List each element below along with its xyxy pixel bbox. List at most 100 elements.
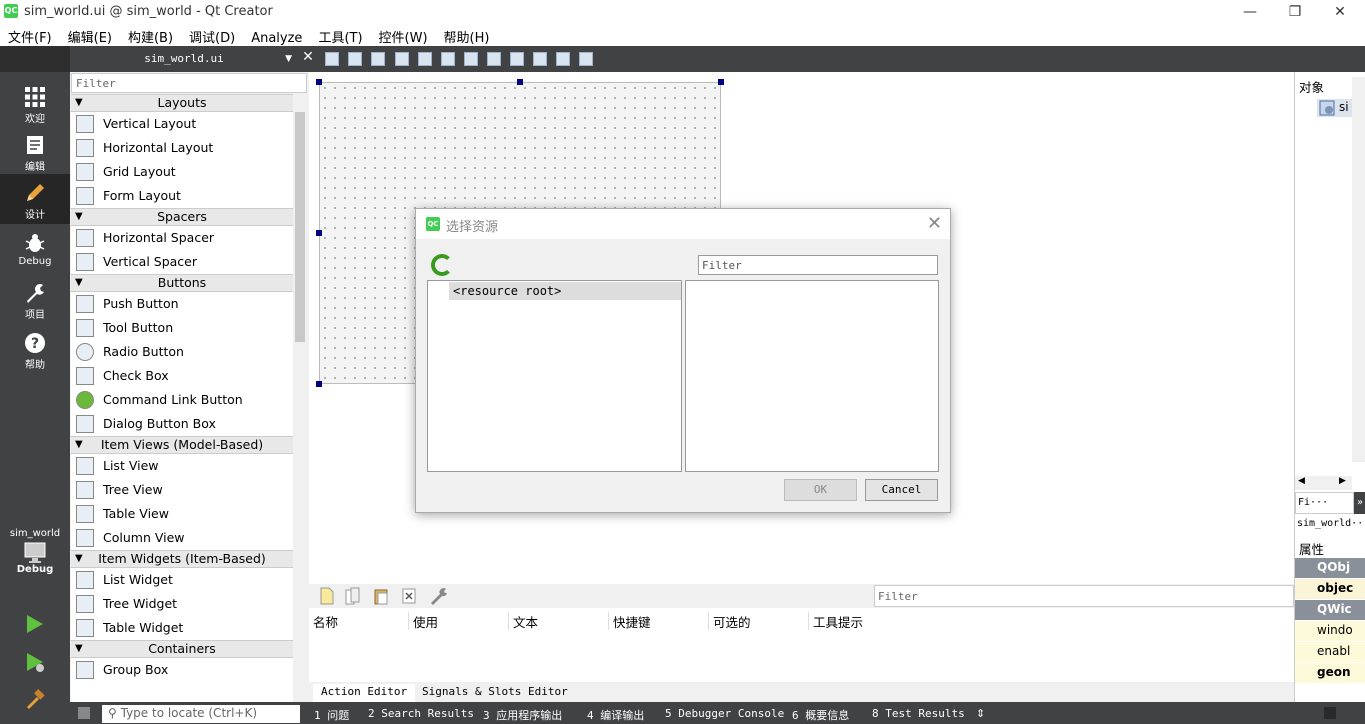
menu-build[interactable]: 构建(B) — [120, 24, 181, 46]
resize-handle[interactable] — [316, 381, 322, 387]
property-filter-input[interactable]: Fi··· — [1295, 492, 1354, 514]
progress-toggle-icon[interactable] — [1324, 707, 1336, 719]
resize-handle[interactable] — [316, 230, 322, 236]
vertical-scrollbar[interactable] — [1352, 77, 1365, 462]
column-header-used[interactable]: 使用 — [409, 612, 509, 630]
reload-icon[interactable] — [431, 254, 453, 276]
menu-tools[interactable]: 工具(T) — [310, 24, 370, 46]
widget-radio-button[interactable]: Radio Button — [71, 340, 293, 364]
widget-push-button[interactable]: Push Button — [71, 292, 293, 316]
menu-debug[interactable]: 调试(D) — [181, 24, 243, 46]
break-layout-icon[interactable] — [556, 52, 570, 66]
maximize-button[interactable]: ❐ — [1275, 2, 1315, 22]
action-table[interactable]: 名称 使用 文本 快捷键 可选的 工具提示 — [309, 608, 1294, 682]
tab-signals-slots-editor[interactable]: Signals & Slots Editor — [414, 684, 576, 702]
widget-grid-layout[interactable]: Grid Layout — [71, 160, 293, 184]
property-group-qobject[interactable]: QObj — [1295, 558, 1365, 578]
widget-command-link-button[interactable]: Command Link Button — [71, 388, 293, 412]
run-icon[interactable] — [24, 613, 46, 635]
cancel-button[interactable]: Cancel — [865, 479, 938, 501]
layout-splitter-v-icon[interactable] — [487, 52, 501, 66]
category-item-widgets[interactable]: ▼ Item Widgets (Item-Based) — [71, 550, 293, 568]
pane-switch-icon[interactable]: ⇕ — [976, 707, 985, 720]
close-document-icon[interactable]: ✕ — [300, 49, 316, 65]
action-filter-input[interactable]: Filter — [874, 585, 1294, 607]
widget-horizontal-layout[interactable]: Horizontal Layout — [71, 136, 293, 160]
widget-table-widget[interactable]: Table Widget — [71, 616, 293, 640]
category-spacers[interactable]: ▼ Spacers — [71, 208, 293, 226]
layout-horizontal-icon[interactable] — [418, 52, 432, 66]
pane-general-messages[interactable]: 6 概要信息 — [792, 707, 849, 723]
widget-table-view[interactable]: Table View — [71, 502, 293, 526]
layout-vertical-icon[interactable] — [441, 52, 455, 66]
pane-debugger-console[interactable]: 5 Debugger Console — [665, 707, 784, 720]
minimize-button[interactable]: — — [1230, 2, 1270, 22]
widget-tree-widget[interactable]: Tree Widget — [71, 592, 293, 616]
mode-design[interactable]: 设计 — [0, 174, 70, 224]
property-objectname[interactable]: objec — [1295, 579, 1365, 599]
debug-run-icon[interactable] — [24, 651, 46, 673]
edit-tab-order-icon[interactable] — [395, 52, 409, 66]
adjust-size-icon[interactable] — [579, 52, 593, 66]
paste-action-icon[interactable] — [373, 587, 389, 605]
open-file-selector[interactable]: sim_world.ui ▼ — [70, 48, 298, 70]
delete-action-icon[interactable] — [401, 587, 417, 605]
widget-tool-button[interactable]: Tool Button — [71, 316, 293, 340]
widget-box-scrollbar[interactable] — [293, 94, 307, 702]
ok-button[interactable]: OK — [784, 479, 857, 501]
column-header-checkable[interactable]: 可选的 — [709, 612, 809, 630]
menu-edit[interactable]: 编辑(E) — [60, 24, 120, 46]
pane-application-output[interactable]: 3 应用程序输出 — [483, 707, 562, 723]
property-geometry[interactable]: geon — [1295, 663, 1365, 683]
layout-splitter-h-icon[interactable] — [464, 52, 478, 66]
property-windowmodality[interactable]: windo — [1295, 621, 1365, 641]
resource-tree[interactable]: <resource root> — [427, 280, 682, 472]
chevron-right-icon[interactable]: » — [1354, 492, 1365, 514]
scrollbar-thumb[interactable] — [295, 112, 305, 342]
resource-filter-input[interactable]: Filter — [698, 255, 938, 275]
edit-widgets-icon[interactable] — [325, 52, 339, 66]
widget-dialog-button-box[interactable]: Dialog Button Box — [71, 412, 293, 436]
menu-help[interactable]: 帮助(H) — [436, 24, 498, 46]
configure-icon[interactable] — [429, 587, 451, 605]
property-enabled[interactable]: enabl — [1295, 642, 1365, 662]
category-buttons[interactable]: ▼ Buttons — [71, 274, 293, 292]
widget-group-box[interactable]: Group Box — [71, 658, 293, 682]
scroll-left-icon[interactable]: ◀ — [1298, 476, 1305, 486]
layout-grid-icon[interactable] — [533, 52, 547, 66]
build-hammer-icon[interactable] — [24, 688, 46, 710]
edit-buddies-icon[interactable] — [371, 52, 385, 66]
pane-test-results[interactable]: 8 Test Results — [872, 707, 965, 720]
column-header-shortcut[interactable]: 快捷键 — [609, 612, 709, 630]
widget-check-box[interactable]: Check Box — [71, 364, 293, 388]
mode-help[interactable]: ? 帮助 — [0, 324, 70, 374]
widget-vertical-spacer[interactable]: Vertical Spacer — [71, 250, 293, 274]
column-header-text[interactable]: 文本 — [509, 612, 609, 630]
menu-analyze[interactable]: Analyze — [243, 28, 310, 46]
layout-form-icon[interactable] — [510, 52, 524, 66]
mode-projects[interactable]: 项目 — [0, 274, 70, 324]
resize-handle[interactable] — [517, 79, 523, 85]
dialog-close-icon[interactable]: ✕ — [927, 213, 942, 234]
widget-filter-input[interactable]: Filter — [71, 73, 307, 93]
pane-issues[interactable]: 1 问题 — [314, 707, 349, 723]
resource-list[interactable] — [685, 280, 939, 472]
tree-item-resource-root[interactable]: <resource root> — [449, 282, 681, 300]
edit-signals-slots-icon[interactable] — [348, 52, 362, 66]
widget-column-view[interactable]: Column View — [71, 526, 293, 550]
resize-handle[interactable] — [316, 79, 322, 85]
widget-list-view[interactable]: List View — [71, 454, 293, 478]
mode-debug[interactable]: Debug — [0, 224, 70, 274]
pane-search-results[interactable]: 2 Search Results — [368, 707, 474, 720]
category-containers[interactable]: ▼ Containers — [71, 640, 293, 658]
new-action-icon[interactable] — [319, 587, 335, 605]
close-button[interactable]: ✕ — [1320, 2, 1360, 22]
widget-tree-view[interactable]: Tree View — [71, 478, 293, 502]
column-header-tooltip[interactable]: 工具提示 — [809, 612, 929, 630]
widget-form-layout[interactable]: Form Layout — [71, 184, 293, 208]
widget-vertical-layout[interactable]: Vertical Layout — [71, 112, 293, 136]
copy-action-icon[interactable] — [345, 587, 361, 605]
widget-horizontal-spacer[interactable]: Horizontal Spacer — [71, 226, 293, 250]
menu-controls[interactable]: 控件(W) — [371, 24, 436, 46]
category-item-views[interactable]: ▼ Item Views (Model-Based) — [71, 436, 293, 454]
